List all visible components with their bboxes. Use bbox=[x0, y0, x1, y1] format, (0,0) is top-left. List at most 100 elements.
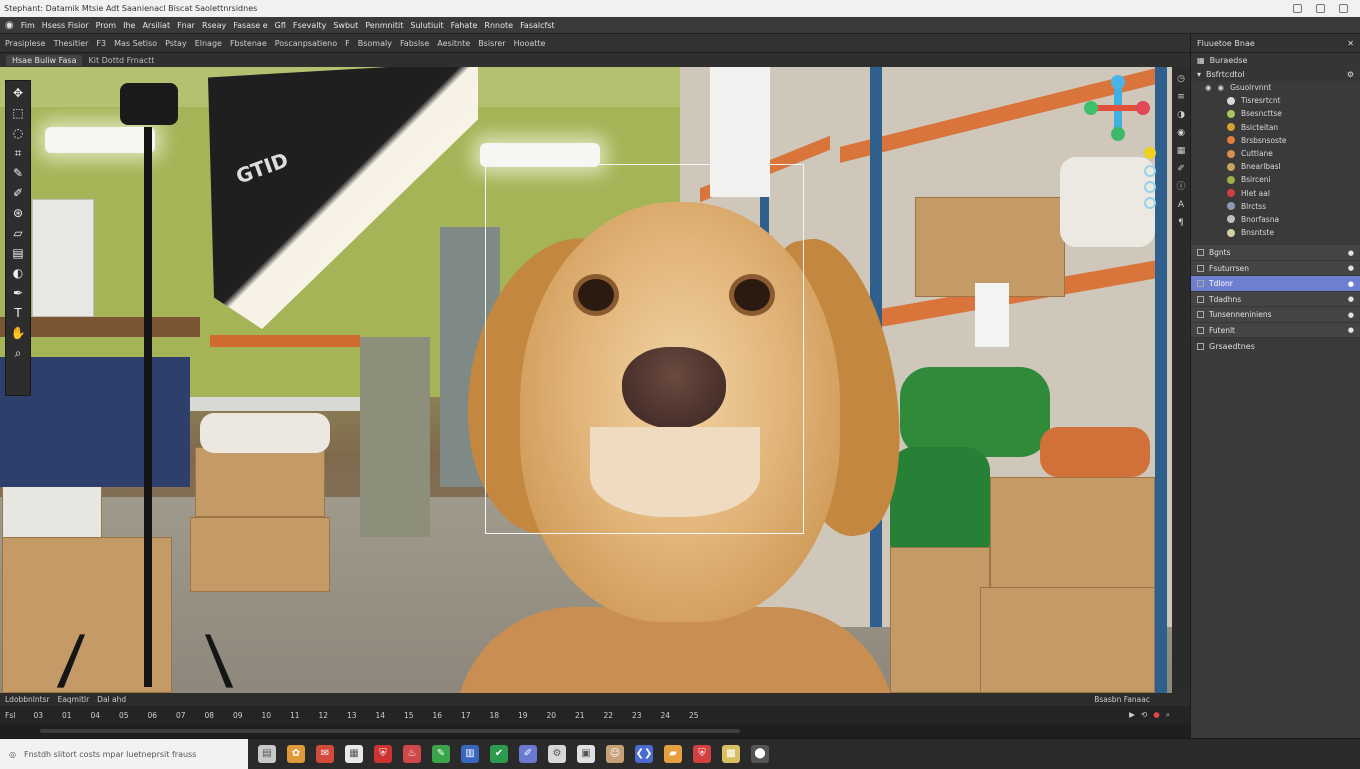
visibility-icon[interactable]: ● bbox=[1348, 280, 1354, 288]
checkbox[interactable] bbox=[1197, 249, 1204, 256]
layer-row[interactable]: Tunsenneniniens ● bbox=[1191, 307, 1360, 323]
menu-item[interactable]: Penmnitit bbox=[365, 21, 403, 30]
marquee-tool-icon[interactable]: ⬚ bbox=[10, 106, 26, 121]
minimize-icon[interactable] bbox=[1293, 4, 1302, 13]
option-item[interactable]: Pstay bbox=[165, 39, 187, 48]
shield-icon[interactable]: ⛨ bbox=[374, 745, 392, 763]
option-item[interactable]: F bbox=[345, 39, 350, 48]
timeline-label[interactable]: Ldobbnlntsr bbox=[5, 695, 50, 704]
brush-icon[interactable]: ✐ bbox=[1175, 163, 1187, 175]
menu-item[interactable]: Sulutiuit bbox=[410, 21, 443, 30]
image-canvas[interactable]: GTID bbox=[0, 67, 1172, 693]
tree-item[interactable]: Bnsntste bbox=[1191, 226, 1360, 239]
option-item[interactable]: Aesitnte bbox=[437, 39, 470, 48]
menu-item[interactable]: Swbut bbox=[333, 21, 358, 30]
files-icon[interactable]: ▤ bbox=[258, 745, 276, 763]
tree-item[interactable]: Hlet aal bbox=[1191, 187, 1360, 200]
checkbox[interactable] bbox=[1197, 342, 1204, 350]
menu-item[interactable]: Gfl bbox=[275, 21, 286, 30]
option-item[interactable]: F3 bbox=[96, 39, 106, 48]
menu-item[interactable]: Fasase e bbox=[233, 21, 267, 30]
layer-row[interactable]: Fsuturrsen ● bbox=[1191, 260, 1360, 277]
checkbox[interactable] bbox=[1197, 311, 1204, 318]
launcher-icon[interactable]: ⬤ bbox=[751, 745, 769, 763]
tree-item[interactable]: Bnearlbasl bbox=[1191, 160, 1360, 173]
loop-icon[interactable]: ⟲ bbox=[1141, 710, 1147, 720]
checkbox[interactable] bbox=[1197, 280, 1204, 287]
stamp-tool-icon[interactable]: ⊛ bbox=[10, 206, 26, 221]
visibility-icon[interactable]: ● bbox=[1348, 249, 1354, 257]
tree-item[interactable]: Bnorfasna bbox=[1191, 213, 1360, 226]
visibility-icon[interactable]: ● bbox=[1348, 295, 1354, 303]
view-dot-icon[interactable] bbox=[1144, 181, 1156, 193]
menu-item[interactable]: Rseay bbox=[202, 21, 226, 30]
option-item[interactable]: Hooatte bbox=[514, 39, 546, 48]
lasso-tool-icon[interactable]: ◌ bbox=[10, 126, 26, 141]
history-icon[interactable]: ◷ bbox=[1175, 73, 1187, 85]
menu-item[interactable]: Rnnote bbox=[484, 21, 513, 30]
contacts-icon[interactable]: ☺ bbox=[606, 745, 624, 763]
menu-item[interactable]: Fasalcfst bbox=[520, 21, 555, 30]
eyedropper-tool-icon[interactable]: ✎ bbox=[10, 166, 26, 181]
option-item[interactable]: Mas Setiso bbox=[114, 39, 157, 48]
color-dot-icon[interactable] bbox=[1144, 147, 1156, 159]
checkbox[interactable] bbox=[1197, 326, 1204, 334]
record-icon[interactable]: ● bbox=[1153, 710, 1160, 720]
menu-item[interactable]: Fim bbox=[21, 21, 35, 30]
tree-item[interactable]: Bsicteitan bbox=[1191, 121, 1360, 134]
view-dot-icon[interactable] bbox=[1144, 165, 1156, 177]
properties-icon[interactable]: ≡ bbox=[1175, 91, 1187, 103]
move-tool-icon[interactable]: ✥ bbox=[10, 86, 26, 101]
pen-tool-icon[interactable]: ✒ bbox=[10, 286, 26, 301]
menu-item[interactable]: Hsess Fisior bbox=[42, 21, 89, 30]
menu-item[interactable]: Fsevalty bbox=[293, 21, 326, 30]
book-icon[interactable]: ▥ bbox=[461, 745, 479, 763]
face-selection-box[interactable] bbox=[485, 164, 804, 534]
timeline-label[interactable]: Dal ahd bbox=[97, 695, 126, 704]
tree-item[interactable]: Cuttlane bbox=[1191, 147, 1360, 160]
settings-icon[interactable]: ⚙ bbox=[548, 745, 566, 763]
footer-row[interactable]: Grsaedtnes bbox=[1191, 338, 1360, 355]
document-tab[interactable]: Hsae Buliw Fasa bbox=[6, 54, 83, 66]
visibility-icon[interactable]: ● bbox=[1348, 326, 1354, 334]
option-item[interactable]: Elnage bbox=[195, 39, 222, 48]
maximize-icon[interactable] bbox=[1316, 4, 1325, 13]
calendar-icon[interactable]: ▦ bbox=[345, 745, 363, 763]
text-tool-icon[interactable]: T bbox=[10, 306, 26, 321]
tree-item[interactable]: Brsbsnsoste bbox=[1191, 134, 1360, 147]
notes-icon[interactable]: ✎ bbox=[432, 745, 450, 763]
zoom-tool-icon[interactable]: ⌕ bbox=[10, 346, 26, 361]
photos-icon[interactable]: ✿ bbox=[287, 745, 305, 763]
option-item[interactable]: Poscanpsatieno bbox=[275, 39, 337, 48]
layer-row[interactable]: Bgnts ● bbox=[1191, 245, 1360, 261]
visibility-icon[interactable]: ● bbox=[1348, 311, 1354, 319]
option-item[interactable]: Fabslse bbox=[400, 39, 429, 48]
info-icon[interactable]: ⓘ bbox=[1175, 181, 1187, 193]
play-icon[interactable]: ▶ bbox=[1129, 710, 1135, 720]
paragraph-icon[interactable]: ¶ bbox=[1175, 217, 1187, 229]
layer-group-row[interactable]: ▾ Bsfrtcdtol ⚙ bbox=[1191, 67, 1360, 81]
checkbox[interactable] bbox=[1197, 264, 1204, 272]
gear-icon[interactable]: ⚙ bbox=[1347, 70, 1354, 79]
clock-icon[interactable] bbox=[1144, 197, 1156, 209]
menu-item[interactable]: Ihe bbox=[123, 21, 135, 30]
checkbox[interactable] bbox=[1197, 295, 1204, 303]
paint-icon[interactable]: ✐ bbox=[519, 745, 537, 763]
option-item[interactable]: Prasiplese bbox=[5, 39, 46, 48]
tree-root-item[interactable]: ◉ ◉ Gsuolrvnnt bbox=[1191, 81, 1360, 94]
layer-row[interactable]: Futenlt ● bbox=[1191, 322, 1360, 339]
horizontal-scrollbar[interactable] bbox=[0, 724, 1190, 738]
menu-item[interactable]: Fnar bbox=[177, 21, 195, 30]
option-item[interactable]: Fbstenae bbox=[230, 39, 267, 48]
archive-icon[interactable]: ▩ bbox=[722, 745, 740, 763]
tree-item[interactable]: Tisresrtcnt bbox=[1191, 94, 1360, 107]
store-icon[interactable]: ♨ bbox=[403, 745, 421, 763]
timeline-label[interactable]: Eaqmitlr bbox=[58, 695, 90, 704]
hand-tool-icon[interactable]: ✋ bbox=[10, 326, 26, 341]
menu-item[interactable]: Prom bbox=[96, 21, 116, 30]
swatch-icon[interactable]: ▦ bbox=[1175, 145, 1187, 157]
antivirus-icon[interactable]: ⛨ bbox=[693, 745, 711, 763]
tree-item[interactable]: Bsesncttse bbox=[1191, 107, 1360, 120]
eye-icon[interactable]: ◉ bbox=[1218, 83, 1225, 92]
color-icon[interactable]: ◉ bbox=[1175, 127, 1187, 139]
